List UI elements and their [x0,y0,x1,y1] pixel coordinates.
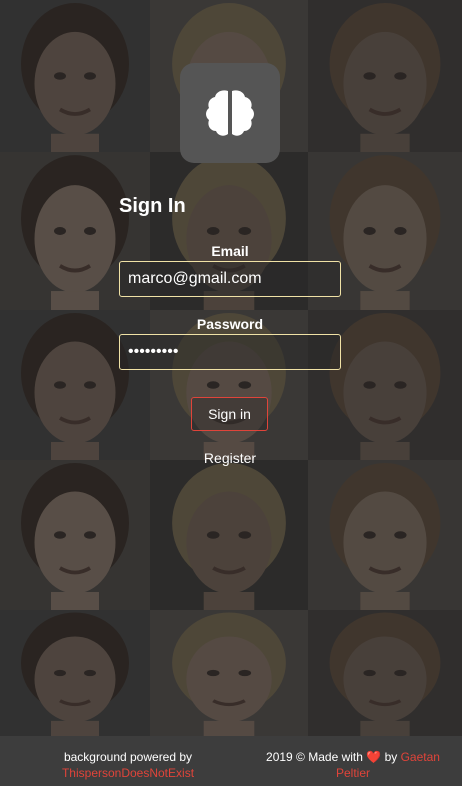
password-label: Password [196,316,264,332]
by-text: by [384,750,398,764]
email-field[interactable] [119,261,341,297]
app-logo [180,63,280,163]
brain-icon [206,90,254,136]
email-label: Email [211,243,249,259]
made-with-text: 2019 © Made with [266,750,363,764]
heart-icon: ❤️ [366,750,382,764]
thispersondoesnotexist-link[interactable]: ThispersonDoesNotExist [62,766,194,780]
footer-credits-author: 2019 © Made with ❤️ by Gaetan Peltier [250,749,456,781]
sign-in-button[interactable]: Sign in [191,397,268,431]
background-powered-text: background powered by [63,750,193,764]
password-field[interactable] [119,334,341,370]
sign-in-title: Sign In [119,195,186,217]
register-link[interactable]: Register [180,450,280,466]
footer-credits-background: background powered by ThispersonDoesNotE… [40,749,216,781]
footer: background powered by ThispersonDoesNotE… [0,736,462,786]
